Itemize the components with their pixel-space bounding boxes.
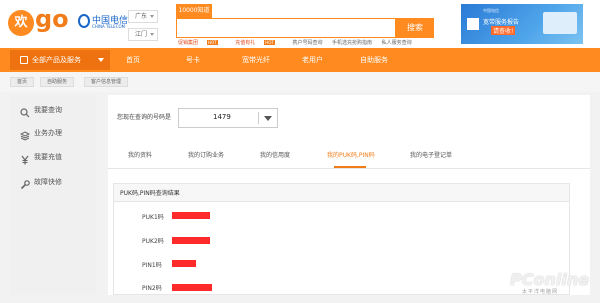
logo-mark: 欢 [8, 10, 34, 36]
breadcrumb-customer-info: 客户信息管理 [84, 77, 129, 87]
sidebar-item-label: 故障快修 [34, 178, 62, 186]
search-icon [20, 104, 30, 118]
pin2-redacted-value [172, 284, 212, 291]
hot-link-3[interactable]: 携户号码查询 [292, 40, 322, 46]
tab-profile[interactable]: 我的资料 [128, 150, 152, 159]
nav-item-home[interactable]: 首页 [126, 48, 140, 72]
nav-item-existing-users[interactable]: 老用户 [302, 48, 323, 72]
phone-number-value: 1479 [213, 113, 231, 121]
layers-icon [19, 127, 31, 141]
pin1-redacted-value [172, 260, 196, 267]
chevron-down-icon [98, 58, 104, 62]
chevron-down-icon [264, 116, 272, 121]
sidebar-item-query[interactable]: 我要查询 [12, 98, 92, 122]
all-products-label: 全部产品及服务 [32, 56, 81, 64]
tab-credit[interactable]: 我的信用度 [260, 150, 290, 159]
promo-banner[interactable]: 中国电信 宽带服务报告 请查收! [461, 4, 583, 44]
sidebar-item-label: 业务办理 [34, 129, 62, 137]
city-select[interactable]: 江门 [128, 28, 158, 41]
sidebar-item-repair[interactable]: 故障快修 [12, 170, 92, 194]
tab-bar-divider [108, 168, 590, 169]
carrier-name-en: CHINA TELECOM [92, 24, 126, 29]
sidebar-item-label: 我要充值 [34, 153, 62, 161]
computer-illustration-icon [543, 12, 577, 34]
active-tab-indicator [334, 166, 366, 168]
select-divider [258, 112, 259, 124]
site-logo[interactable]: 欢 go [8, 5, 70, 38]
phone-number-select[interactable]: 1479 [178, 108, 278, 128]
breadcrumb-self-service[interactable]: 自助服务 [40, 77, 75, 87]
carrier-swirl-icon [78, 14, 90, 28]
result-title: PUK码,PIN码查询结果 [120, 190, 180, 197]
yen-icon [20, 151, 30, 165]
province-select[interactable]: 广东 [128, 10, 158, 23]
tab-subscriptions[interactable]: 我的订购业务 [188, 150, 224, 159]
tab-e-registration[interactable]: 我的电子登记单 [410, 150, 452, 159]
watermark-subtext: 太平洋电脑网 [522, 289, 559, 295]
banner-small-text: 中国电信 [483, 8, 499, 13]
sidebar-item-business[interactable]: 业务办理 [12, 121, 92, 145]
qr-code-icon [467, 18, 479, 30]
puk1-redacted-value [172, 212, 210, 219]
tab-puk-pin[interactable]: 我的PUK码,PIN码 [327, 150, 375, 159]
search-tab[interactable]: 10000知道 [176, 4, 212, 18]
search-button[interactable]: 搜索 [396, 18, 434, 38]
all-products-menu[interactable]: 全部产品及服务 [10, 50, 110, 70]
nav-item-self-service[interactable]: 自助服务 [360, 48, 388, 72]
city-select-value: 江门 [135, 31, 148, 38]
hot-link-4[interactable]: 手机选充抢购指南 [332, 40, 372, 46]
watermark-logo: PConline [510, 270, 590, 289]
nav-item-sim[interactable]: 号卡 [186, 48, 200, 72]
chevron-down-icon [150, 15, 154, 18]
logo-go-text: go [35, 5, 69, 33]
sidebar-item-label: 我要查询 [34, 106, 62, 114]
banner-subtitle: 请查收! [491, 26, 516, 35]
nav-item-broadband[interactable]: 宽带光纤 [242, 48, 270, 72]
hot-link-2[interactable]: 充值有礼 HOT [235, 40, 283, 46]
carrier-logo: 中国电信 CHINA TELECOM [78, 12, 128, 34]
hot-links: 促销集团 HOT 充值有礼 HOT 携户号码查询 手机选充抢购指南 私人服务查询 [178, 39, 420, 47]
banner-title: 宽带服务报告 [483, 19, 520, 26]
pin1-label: PIN1码 [142, 262, 162, 269]
result-header [114, 184, 569, 202]
chevron-down-icon [150, 33, 154, 36]
query-number-label: 您现在查询的号码是 [117, 114, 172, 121]
puk1-label: PUK1码 [142, 214, 164, 221]
hot-link-1[interactable]: 促销集团 HOT [178, 40, 226, 46]
search-input[interactable] [176, 18, 396, 38]
sidebar-item-recharge[interactable]: 我要充值 [12, 145, 92, 169]
hot-badge: HOT [264, 40, 275, 45]
wrench-icon [20, 176, 30, 190]
pin2-label: PIN2码 [142, 285, 162, 292]
hot-badge: HOT [207, 40, 218, 45]
grid-icon [20, 56, 28, 64]
breadcrumb-home[interactable]: 首页 [10, 77, 35, 87]
province-select-value: 广东 [135, 13, 148, 20]
hot-link-5[interactable]: 私人服务查询 [382, 40, 412, 46]
puk2-redacted-value [172, 237, 210, 244]
puk2-label: PUK2码 [142, 238, 164, 245]
